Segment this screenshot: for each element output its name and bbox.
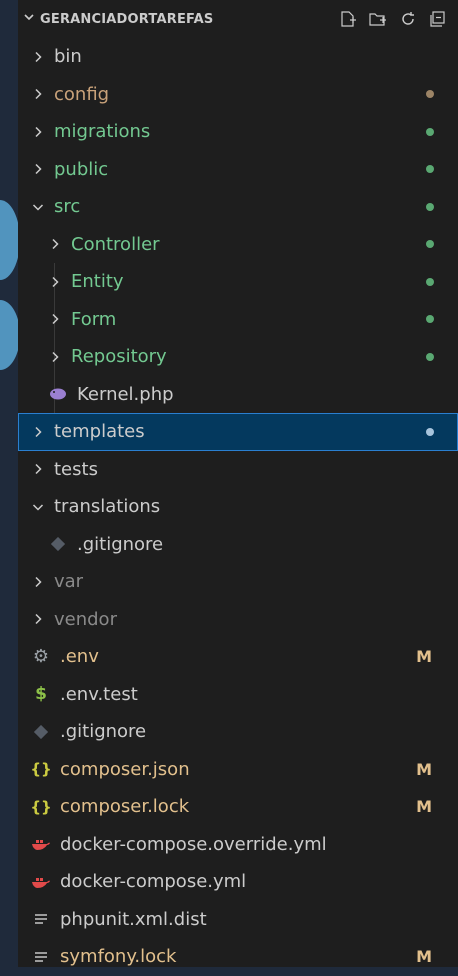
explorer-header[interactable]: GERANCIADORTAREFAS — [18, 0, 458, 38]
folder-item-var[interactable]: var — [18, 563, 458, 601]
folder-item-bin[interactable]: bin — [18, 38, 458, 76]
tree-item-label: composer.json — [60, 758, 190, 780]
git-status-dot — [426, 352, 434, 361]
tree-item-label: .gitignore — [77, 533, 164, 555]
dollar-icon: $ — [35, 684, 47, 705]
php-elephant-icon — [45, 387, 71, 401]
chevron-right-icon — [28, 88, 48, 100]
chevron-right-icon — [45, 238, 65, 250]
gear-icon: ⚙ — [32, 646, 50, 668]
tree-item-label: translations — [54, 496, 161, 518]
folder-item-src[interactable]: src — [18, 188, 458, 226]
new-folder-icon[interactable] — [368, 9, 388, 29]
modified-badge: M — [416, 947, 432, 967]
chevron-right-icon — [28, 613, 48, 625]
backdrop-blob-top — [0, 200, 20, 280]
git-icon — [28, 724, 54, 739]
tree-item-label: templates — [54, 421, 145, 443]
json-braces-icon: {} — [30, 797, 52, 816]
folder-item-migrations[interactable]: migrations — [18, 113, 458, 151]
file-item-Kernel-php[interactable]: Kernel.php — [18, 376, 458, 414]
tree-item-label: src — [54, 196, 81, 218]
file-item-composer-json[interactable]: {} composer.json M — [18, 751, 458, 789]
folder-item-translations[interactable]: translations — [18, 488, 458, 526]
docker-whale-icon — [28, 837, 54, 851]
explorer-panel: GERANCIADORTAREFAS bin config migrations pu… — [18, 0, 458, 967]
tree-item-label: bin — [54, 46, 82, 68]
chevron-right-icon — [45, 351, 65, 363]
modified-badge: M — [416, 647, 432, 667]
folder-item-templates[interactable]: templates — [18, 413, 458, 451]
file-item-dot-gitignore[interactable]: .gitignore — [18, 713, 458, 751]
lines-icon — [28, 951, 54, 963]
git-status-dot — [426, 202, 434, 211]
chevron-right-icon — [28, 163, 48, 175]
chevron-right-icon — [28, 126, 48, 138]
git-icon — [45, 537, 71, 552]
refresh-icon[interactable] — [398, 9, 418, 29]
file-item-dot-gitignore[interactable]: .gitignore — [18, 526, 458, 564]
file-item-docker-compose-override-yml[interactable]: docker-compose.override.yml — [18, 826, 458, 864]
tree-item-label: public — [54, 158, 109, 180]
tree-item-label: Entity — [71, 271, 124, 293]
file-item-symfony-lock[interactable]: symfony.lock M — [18, 938, 458, 976]
folder-item-vendor[interactable]: vendor — [18, 601, 458, 639]
chevron-right-icon — [28, 51, 48, 63]
collapse-all-icon[interactable] — [428, 9, 448, 29]
tree-item-label: Kernel.php — [77, 383, 174, 405]
folder-item-Controller[interactable]: Controller — [18, 226, 458, 264]
folder-item-config[interactable]: config — [18, 76, 458, 114]
git-status-dot — [426, 127, 434, 136]
modified-badge: M — [416, 797, 432, 817]
chevron-down-icon — [28, 201, 48, 213]
chevron-right-icon — [28, 426, 48, 438]
tree-item-label: .env.test — [60, 683, 138, 705]
file-item-dot-env[interactable]: ⚙ .env M — [18, 638, 458, 676]
modified-badge: M — [416, 759, 432, 779]
tree-item-label: var — [54, 571, 84, 593]
tree-item-label: composer.lock — [60, 796, 190, 818]
file-item-dot-env-test[interactable]: $ .env.test — [18, 676, 458, 714]
folder-item-public[interactable]: public — [18, 151, 458, 189]
backdrop-blob-bottom — [0, 300, 20, 370]
tree-item-label: migrations — [54, 121, 151, 143]
tree-item-label: docker-compose.override.yml — [60, 833, 327, 855]
new-file-icon[interactable] — [338, 9, 358, 29]
explorer-title: GERANCIADORTAREFAS — [40, 11, 214, 27]
folder-item-Entity[interactable]: Entity — [18, 263, 458, 301]
chevron-right-icon — [45, 276, 65, 288]
git-status-dot — [426, 427, 434, 436]
tree-item-label: .env — [60, 646, 99, 668]
lines-icon — [28, 913, 54, 925]
git-status-dot — [426, 277, 434, 286]
folder-item-tests[interactable]: tests — [18, 451, 458, 489]
chevron-right-icon — [28, 463, 48, 475]
tree-item-label: symfony.lock — [60, 946, 177, 968]
json-braces-icon: {} — [30, 760, 52, 779]
tree-item-label: .gitignore — [60, 721, 147, 743]
file-tree: bin config migrations public src Controller En… — [18, 38, 458, 976]
tree-item-label: docker-compose.yml — [60, 871, 247, 893]
chevron-right-icon — [28, 576, 48, 588]
chevron-down-icon[interactable] — [18, 11, 40, 27]
file-item-phpunit-xml-dist[interactable]: phpunit.xml.dist — [18, 901, 458, 939]
folder-item-Form[interactable]: Form — [18, 301, 458, 339]
tree-item-label: phpunit.xml.dist — [60, 908, 207, 930]
explorer-actions — [338, 9, 458, 29]
tree-item-label: vendor — [54, 608, 117, 630]
file-item-composer-lock[interactable]: {} composer.lock M — [18, 788, 458, 826]
tree-item-label: Controller — [71, 233, 160, 255]
chevron-right-icon — [45, 313, 65, 325]
tree-item-label: config — [54, 83, 110, 105]
chevron-down-icon — [28, 501, 48, 513]
docker-whale-icon — [28, 875, 54, 889]
tree-item-label: Repository — [71, 346, 167, 368]
file-item-docker-compose-yml[interactable]: docker-compose.yml — [18, 863, 458, 901]
folder-item-Repository[interactable]: Repository — [18, 338, 458, 376]
tree-item-label: Form — [71, 308, 117, 330]
tree-item-label: tests — [54, 458, 98, 480]
